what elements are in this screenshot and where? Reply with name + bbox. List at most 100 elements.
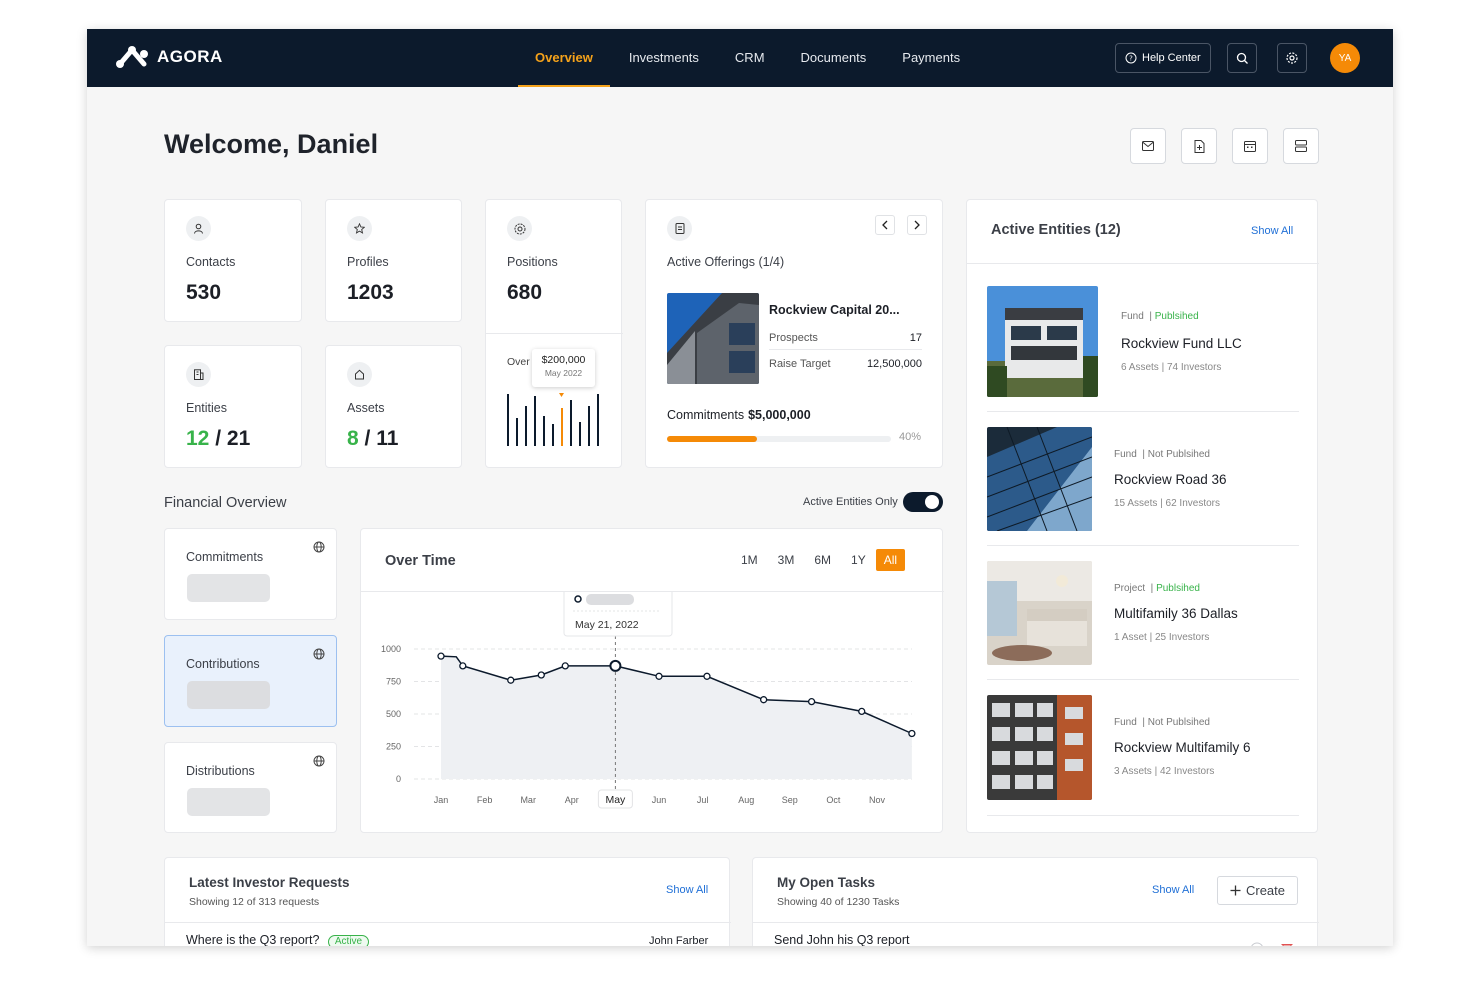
offering-commitments-value: $5,000,000	[748, 408, 811, 422]
mini-bar	[597, 394, 599, 446]
entity-type-label: Project	[1114, 583, 1146, 594]
entity-item[interactable]: Fund | Publsihed Rockview Fund LLC 6 Ass…	[987, 286, 1299, 412]
x-tick-label: Jul	[697, 795, 709, 805]
tooltip-date: May 21, 2022	[575, 619, 639, 631]
settings-button[interactable]	[1277, 43, 1307, 73]
top-navigation-bar: AGORA Overview Investments CRM Documents…	[87, 29, 1393, 87]
entity-item[interactable]: Fund | Not Publsihed Rockview Road 36 15…	[987, 427, 1299, 546]
logo[interactable]: AGORA	[115, 45, 223, 69]
active-entities-show-all[interactable]: Show All	[1251, 225, 1293, 237]
investor-requests-subtitle: Showing 12 of 313 requests	[189, 896, 320, 908]
raise-target-label: Raise Target	[769, 358, 831, 370]
offering-name[interactable]: Rockview Capital 20...	[769, 303, 900, 317]
time-range-selector: 1M 3M 6M 1Y All	[731, 549, 906, 571]
nav-investments[interactable]: Investments	[611, 29, 717, 87]
entity-status: Publsihed	[1156, 583, 1200, 594]
tooltip-series-dot	[574, 595, 582, 603]
entity-name: Multifamily 36 Dallas	[1114, 606, 1238, 621]
data-point	[655, 672, 663, 680]
profiles-value: 1203	[347, 281, 394, 304]
y-tick-label: 0	[396, 774, 401, 784]
entity-type: Project | Publsihed	[1114, 583, 1200, 594]
mini-bar	[543, 416, 545, 446]
entity-image	[987, 561, 1092, 665]
prev-offering-button[interactable]	[875, 215, 895, 235]
offering-image[interactable]	[667, 293, 759, 384]
contributions-value-placeholder	[187, 681, 270, 709]
entities-value: 12 / 21	[186, 427, 250, 451]
entities-active-count: 12	[186, 427, 210, 450]
distributions-value-placeholder	[187, 788, 270, 816]
contributions-card[interactable]: Contributions	[164, 635, 337, 727]
entity-meta: 6 Assets | 74 Investors	[1121, 362, 1222, 373]
globe-icon[interactable]	[313, 648, 325, 660]
investor-requests-title: Latest Investor Requests	[189, 875, 350, 890]
distributions-card[interactable]: Distributions	[164, 742, 337, 833]
nav-payments[interactable]: Payments	[884, 29, 978, 87]
commitments-progress-percent: 40%	[899, 431, 922, 443]
search-button[interactable]	[1227, 43, 1257, 73]
nav-overview[interactable]: Overview	[517, 29, 611, 87]
entity-item[interactable]: Fund | Not Publsihed Rockview Multifamil…	[987, 695, 1299, 816]
commitments-card[interactable]: Commitments	[164, 528, 337, 620]
open-tasks-show-all[interactable]: Show All	[1152, 884, 1194, 896]
help-center-button[interactable]: ? Help Center	[1115, 43, 1211, 73]
entities-card[interactable]: Entities 12 / 21	[164, 345, 302, 468]
entity-item[interactable]: Project | Publsihed Multifamily 36 Dalla…	[987, 561, 1299, 680]
highlight-point	[609, 659, 622, 672]
task-row[interactable]: Send John his Q3 report	[774, 933, 910, 946]
investor-requests-show-all[interactable]: Show All	[666, 884, 708, 896]
globe-icon[interactable]	[313, 541, 325, 553]
contributions-card-label: Contributions	[186, 657, 260, 671]
area-fill	[441, 656, 912, 779]
data-point	[858, 707, 866, 716]
entity-status: Not Publsihed	[1147, 717, 1210, 728]
x-tick-label: Jun	[652, 795, 667, 805]
task-complete-checkbox-icon[interactable]	[1250, 942, 1264, 946]
entities-separator: /	[215, 427, 222, 450]
positions-tooltip: $200,000 May 2022	[532, 349, 595, 387]
positions-tooltip-date: May 2022	[544, 368, 583, 378]
over-time-title: Over Time	[385, 553, 456, 569]
active-entities-only-label: Active Entities Only	[803, 496, 898, 508]
range-3m[interactable]: 3M	[768, 549, 805, 571]
positions-mini-bar-chart	[507, 393, 599, 446]
data-point	[437, 652, 445, 660]
range-1y[interactable]: 1Y	[841, 549, 876, 571]
mini-bar	[579, 422, 581, 446]
active-entities-only-toggle[interactable]	[903, 492, 943, 512]
mini-bar	[534, 396, 536, 446]
help-center-label: Help Center	[1142, 52, 1201, 64]
user-icon	[186, 216, 211, 241]
commitments-card-label: Commitments	[186, 550, 264, 564]
building-icon	[186, 362, 211, 387]
create-task-button[interactable]: Create	[1217, 876, 1298, 905]
range-1m[interactable]: 1M	[731, 549, 768, 571]
help-icon: ?	[1125, 52, 1137, 64]
profiles-card[interactable]: Profiles 1203	[325, 199, 462, 322]
user-avatar[interactable]: YA	[1330, 43, 1360, 73]
assets-card[interactable]: Assets 8 / 11	[325, 345, 462, 468]
nav-crm[interactable]: CRM	[717, 29, 783, 87]
active-entities-title: Active Entities (12)	[991, 222, 1121, 238]
next-offering-button[interactable]	[907, 215, 927, 235]
data-point	[561, 662, 569, 670]
request-row[interactable]: Where is the Q3 report? Active	[186, 933, 370, 946]
entity-status: Not Publsihed	[1147, 449, 1210, 460]
entity-image	[987, 286, 1098, 397]
range-all[interactable]: All	[875, 549, 906, 571]
positions-card[interactable]: Positions 680 Over $200,000 May 2022	[485, 199, 623, 468]
entity-status: Publsihed	[1154, 311, 1199, 322]
y-tick-label: 250	[386, 742, 401, 752]
contacts-card[interactable]: Contacts 530	[164, 199, 302, 322]
profiles-label: Profiles	[347, 255, 389, 269]
globe-icon[interactable]	[313, 755, 325, 767]
add-document-button[interactable]	[1181, 128, 1217, 164]
mail-action-button[interactable]	[1130, 128, 1166, 164]
layout-action-button[interactable]	[1283, 128, 1319, 164]
entity-type-label: Fund	[1121, 311, 1144, 322]
calendar-action-button[interactable]	[1232, 128, 1268, 164]
range-6m[interactable]: 6M	[804, 549, 841, 571]
trash-icon[interactable]	[1281, 942, 1293, 946]
nav-documents[interactable]: Documents	[783, 29, 885, 87]
